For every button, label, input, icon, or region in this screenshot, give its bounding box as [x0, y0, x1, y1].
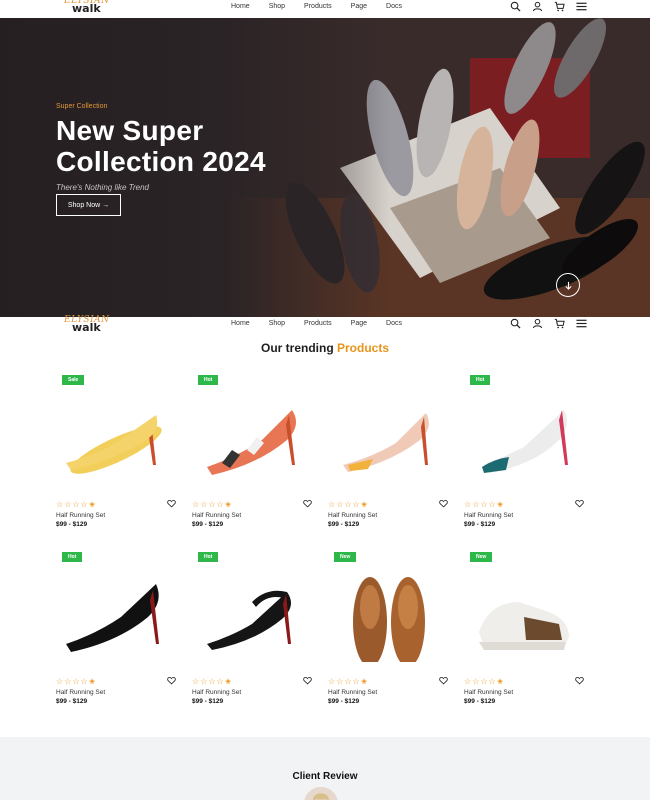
- wishlist-heart-icon[interactable]: [439, 499, 448, 508]
- product-badge: New: [470, 552, 493, 562]
- wishlist-heart-icon[interactable]: [167, 676, 176, 685]
- product-badge: Hot: [62, 552, 83, 562]
- product-card[interactable]: Hot ☆☆☆☆✬ Half Running Set $99 - $129: [192, 375, 312, 540]
- hero-banner: Super Collection New Super Collection 20…: [0, 18, 650, 317]
- product-price: $99 - $129: [192, 521, 224, 528]
- scroll-down-button[interactable]: [556, 273, 580, 297]
- logo-bottom-text: walk: [72, 321, 101, 334]
- menu-icon[interactable]: [576, 318, 587, 329]
- product-name[interactable]: Half Running Set: [328, 689, 377, 696]
- product-card[interactable]: New ☆☆☆☆✬ Half Running Set $99 - $129: [464, 552, 584, 717]
- avatar-photo: [304, 787, 338, 800]
- product-image[interactable]: [56, 385, 176, 485]
- nav-link-shop[interactable]: Shop: [269, 320, 285, 327]
- product-badge: Sale: [62, 375, 85, 385]
- client-review-title: Client Review: [292, 771, 358, 782]
- shop-now-button[interactable]: Shop Now →: [56, 194, 121, 216]
- product-name[interactable]: Half Running Set: [192, 512, 241, 519]
- cart-icon[interactable]: [554, 318, 565, 329]
- rating-stars: ☆☆☆☆✬: [56, 677, 97, 686]
- rating-stars: ☆☆☆☆✬: [192, 500, 233, 509]
- nav-link-page[interactable]: Page: [351, 3, 367, 10]
- menu-icon[interactable]: [576, 1, 587, 12]
- product-image[interactable]: [192, 562, 312, 662]
- product-price: $99 - $129: [464, 698, 496, 705]
- sticky-navbar: ELYSIAN walk Home Shop Products Page Doc…: [0, 315, 650, 337]
- rating-stars: ☆☆☆☆✬: [328, 500, 369, 509]
- rating-stars: ☆☆☆☆✬: [464, 677, 505, 686]
- brand-logo[interactable]: ELYSIAN walk: [64, 315, 112, 337]
- section-title-main: Our trending: [260, 341, 337, 355]
- rating-stars: ☆☆☆☆✬: [192, 677, 233, 686]
- nav-link-docs[interactable]: Docs: [386, 320, 402, 327]
- nav-link-home[interactable]: Home: [231, 3, 250, 10]
- product-name[interactable]: Half Running Set: [464, 512, 513, 519]
- hero-title-line2: Collection 2024: [56, 146, 266, 177]
- hero-title-line1: New Super: [56, 115, 204, 146]
- product-image[interactable]: [328, 562, 448, 662]
- nav-link-docs[interactable]: Docs: [386, 3, 402, 10]
- product-price: $99 - $129: [56, 521, 88, 528]
- product-price: $99 - $129: [56, 698, 88, 705]
- top-navbar: ELYSIAN walk Home Shop Products Page Doc…: [0, 0, 650, 18]
- product-image[interactable]: [464, 385, 584, 485]
- user-icon[interactable]: [532, 1, 543, 12]
- wishlist-heart-icon[interactable]: [167, 499, 176, 508]
- product-price: $99 - $129: [464, 521, 496, 528]
- product-image[interactable]: [56, 562, 176, 662]
- brand-logo[interactable]: ELYSIAN walk: [64, 0, 112, 18]
- search-icon[interactable]: [510, 318, 521, 329]
- product-name[interactable]: Half Running Set: [328, 512, 377, 519]
- product-price: $99 - $129: [328, 698, 360, 705]
- product-name[interactable]: Half Running Set: [192, 689, 241, 696]
- nav-link-products[interactable]: Products: [304, 3, 332, 10]
- rating-stars: ☆☆☆☆✬: [464, 500, 505, 509]
- product-badge: Hot: [470, 375, 491, 385]
- wishlist-heart-icon[interactable]: [303, 499, 312, 508]
- search-icon[interactable]: [510, 1, 521, 12]
- user-icon[interactable]: [532, 318, 543, 329]
- product-image[interactable]: [328, 385, 448, 485]
- product-card[interactable]: ☆☆☆☆✬ Half Running Set $99 - $129: [328, 375, 448, 540]
- product-price: $99 - $129: [328, 521, 360, 528]
- product-image[interactable]: [464, 562, 584, 662]
- nav-link-products[interactable]: Products: [304, 320, 332, 327]
- product-name[interactable]: Half Running Set: [464, 689, 513, 696]
- client-review-section: Client Review: [0, 737, 650, 800]
- hero-kicker: Super Collection: [56, 103, 108, 110]
- wishlist-heart-icon[interactable]: [575, 676, 584, 685]
- arrow-down-icon: [564, 281, 572, 290]
- reviewer-avatar: [304, 787, 338, 800]
- nav-links: Home Shop Products Page Docs: [231, 3, 421, 10]
- nav-icons: [510, 1, 587, 12]
- products-section-title: Our trending Products: [0, 341, 650, 355]
- product-card[interactable]: New ☆☆☆☆✬ Half Running Set $99 - $129: [328, 552, 448, 717]
- wishlist-heart-icon[interactable]: [303, 676, 312, 685]
- product-name[interactable]: Half Running Set: [56, 689, 105, 696]
- nav-icons: [510, 318, 587, 329]
- section-title-accent: Products: [336, 341, 389, 355]
- hero-subtitle: There's Nothing like Trend: [56, 183, 149, 192]
- nav-links: Home Shop Products Page Docs: [231, 320, 421, 327]
- product-price: $99 - $129: [192, 698, 224, 705]
- product-card[interactable]: Sale ☆☆☆☆✬ Half Running Set $99 - $129: [56, 375, 176, 540]
- cart-icon[interactable]: [554, 1, 565, 12]
- product-card[interactable]: Hot ☆☆☆☆✬ Half Running Set $99 - $129: [56, 552, 176, 717]
- rating-stars: ☆☆☆☆✬: [328, 677, 369, 686]
- nav-link-page[interactable]: Page: [351, 320, 367, 327]
- hero-title: New Super Collection 2024: [56, 115, 266, 177]
- product-name[interactable]: Half Running Set: [56, 512, 105, 519]
- nav-link-shop[interactable]: Shop: [269, 3, 285, 10]
- product-badge: Hot: [198, 375, 219, 385]
- rating-stars: ☆☆☆☆✬: [56, 500, 97, 509]
- nav-link-home[interactable]: Home: [231, 320, 250, 327]
- product-badge: Hot: [198, 552, 219, 562]
- product-badge: New: [334, 552, 357, 562]
- wishlist-heart-icon[interactable]: [575, 499, 584, 508]
- product-card[interactable]: Hot ☆☆☆☆✬ Half Running Set $99 - $129: [192, 552, 312, 717]
- logo-bottom-text: walk: [72, 2, 101, 15]
- wishlist-heart-icon[interactable]: [439, 676, 448, 685]
- product-image[interactable]: [192, 385, 312, 485]
- product-card[interactable]: Hot ☆☆☆☆✬ Half Running Set $99 - $129: [464, 375, 584, 540]
